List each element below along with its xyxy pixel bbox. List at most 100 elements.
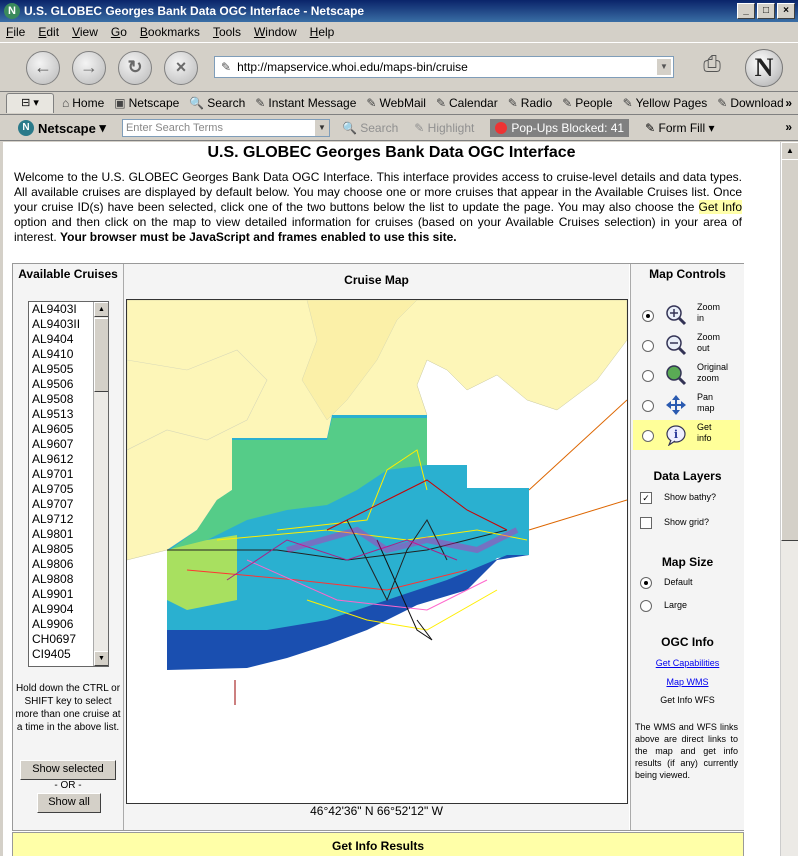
- maximize-button[interactable]: □: [757, 3, 775, 19]
- url-dropdown-icon[interactable]: ▼: [657, 59, 671, 75]
- info-icon[interactable]: i: [665, 424, 687, 447]
- highlight-button[interactable]: ✎ Highlight: [414, 121, 474, 135]
- netscape-app-icon: N: [4, 3, 20, 19]
- navigation-toolbar: ← → ↻ × ✎ http://mapservice.whoi.edu/map…: [0, 42, 798, 92]
- menu-bookmarks[interactable]: Bookmarks: [140, 25, 200, 39]
- netscape-brand[interactable]: N Netscape ▾: [18, 120, 106, 136]
- menu-help[interactable]: Help: [310, 25, 335, 39]
- print-icon[interactable]: ⎙: [696, 51, 728, 81]
- page-title: U.S. GLOBEC Georges Bank Data OGC Interf…: [207, 144, 576, 161]
- window-title: U.S. GLOBEC Georges Bank Data OGC Interf…: [24, 4, 365, 18]
- cruise-list-scrollbar[interactable]: ▲ ▼: [93, 302, 108, 666]
- bookmark-instant-message[interactable]: ✎ Instant Message: [255, 96, 356, 110]
- zoom-in-icon[interactable]: [665, 304, 687, 326]
- map-size-default-label: Default: [664, 577, 693, 587]
- bookmark-download[interactable]: ✎ Download: [717, 96, 783, 110]
- pan-icon[interactable]: [665, 394, 687, 416]
- show-grid-checkbox[interactable]: [640, 517, 652, 529]
- map-controls-panel: Map Controls Zoom in Zoom out Original zoom Pa…: [630, 264, 744, 830]
- map-control-label: Get info: [697, 422, 712, 443]
- map-size-default-radio[interactable]: [640, 577, 652, 589]
- show-selected-button[interactable]: Show selected: [20, 760, 116, 780]
- bookmark-icon: ⌂: [62, 96, 70, 110]
- menu-file[interactable]: File: [6, 25, 25, 39]
- map-canvas[interactable]: [127, 300, 627, 803]
- menu-tools[interactable]: Tools: [213, 25, 241, 39]
- show-grid-label: Show grid?: [664, 517, 710, 527]
- cruise-panel: Available Cruises AL9403I AL9403II AL9404 A…: [13, 264, 124, 830]
- scroll-up-icon[interactable]: ▲: [94, 302, 108, 317]
- menu-go[interactable]: Go: [111, 25, 127, 39]
- tab-toggle-button[interactable]: ⊟ ▾: [6, 93, 54, 113]
- page-scroll-up-icon[interactable]: ▲: [781, 142, 798, 160]
- bookmark-icon: ✎: [562, 96, 573, 110]
- show-all-button[interactable]: Show all: [37, 793, 101, 813]
- map-control-pan-map[interactable]: Pan map: [633, 390, 740, 420]
- netscape-logo[interactable]: N: [745, 49, 783, 87]
- map-control-original-zoom[interactable]: Original zoom: [633, 360, 740, 390]
- more-chevron-icon[interactable]: »: [785, 96, 792, 110]
- map-control-label: Original zoom: [697, 362, 729, 383]
- cruise-map[interactable]: [126, 299, 628, 804]
- data-layers-title: Data Layers: [653, 469, 722, 483]
- bookmark-yellow-pages[interactable]: ✎ Yellow Pages: [623, 96, 708, 110]
- bookmark-home[interactable]: ⌂ Home: [62, 96, 104, 110]
- page-scrollbar[interactable]: ▲: [780, 142, 798, 856]
- map-control-radio[interactable]: [642, 400, 654, 412]
- get-capabilities-link[interactable]: Get Capabilities: [631, 658, 744, 668]
- map-control-zoom-out[interactable]: Zoom out: [633, 330, 740, 360]
- map-control-label: Zoom in: [697, 302, 721, 323]
- form-fill-button[interactable]: ✎ Form Fill ▾: [645, 121, 714, 135]
- page-content: U.S. GLOBEC Georges Bank Data OGC Interf…: [3, 142, 780, 856]
- search-button[interactable]: 🔍 Search: [342, 121, 398, 135]
- bookmark-people[interactable]: ✎ People: [562, 96, 612, 110]
- bookmark-calendar[interactable]: ✎ Calendar: [436, 96, 498, 110]
- map-control-radio[interactable]: [642, 430, 654, 442]
- map-control-radio[interactable]: [642, 370, 654, 382]
- cruise-list-scroll-thumb[interactable]: [94, 318, 108, 392]
- page-icon: ✎: [221, 60, 232, 74]
- search-dropdown-icon[interactable]: ▼: [314, 120, 329, 136]
- zoom-out-icon[interactable]: [665, 334, 687, 356]
- scroll-down-icon[interactable]: ▼: [94, 651, 108, 666]
- forward-button[interactable]: →: [72, 51, 106, 85]
- or-separator: - OR -: [54, 780, 82, 791]
- map-control-radio[interactable]: [642, 340, 654, 352]
- map-control-get-info[interactable]: i Get info: [633, 420, 740, 450]
- close-button[interactable]: ×: [777, 3, 795, 19]
- stop-button[interactable]: ×: [164, 51, 198, 85]
- bookmark-icon: ▣: [114, 96, 126, 110]
- reload-button[interactable]: ↻: [118, 51, 152, 85]
- minimize-button[interactable]: _: [737, 3, 755, 19]
- show-bathy-checkbox[interactable]: ✓: [640, 492, 652, 504]
- bookmark-webmail[interactable]: ✎ WebMail: [366, 96, 426, 110]
- cruise-listbox[interactable]: AL9403I AL9403II AL9404 AL9410 AL9505 AL9506 A…: [28, 301, 109, 667]
- menu-edit[interactable]: Edit: [38, 25, 59, 39]
- map-control-zoom-in[interactable]: Zoom in: [633, 300, 740, 330]
- svg-text:i: i: [674, 428, 678, 441]
- map-control-label: Zoom out: [697, 332, 721, 353]
- search-more-chevron-icon[interactable]: »: [785, 120, 792, 134]
- menu-view[interactable]: View: [72, 25, 98, 39]
- original-zoom-icon[interactable]: [665, 364, 687, 386]
- bookmark-netscape[interactable]: ▣ Netscape: [114, 96, 179, 110]
- search-toolbar: N Netscape ▾ Enter Search Terms ▼ 🔍 Search…: [0, 116, 798, 141]
- map-control-label: Pan map: [697, 392, 715, 413]
- map-size-large-radio[interactable]: [640, 600, 652, 612]
- popups-blocked-badge[interactable]: Pop-Ups Blocked: 41: [490, 119, 630, 137]
- cruise-map-title: Cruise Map: [344, 273, 409, 287]
- url-bar[interactable]: ✎ http://mapservice.whoi.edu/maps-bin/cr…: [214, 56, 674, 78]
- bookmark-icon: ✎: [255, 96, 266, 110]
- bookmark-search[interactable]: 🔍 Search: [189, 96, 245, 110]
- page-scroll-thumb[interactable]: [781, 159, 798, 541]
- blocked-icon: [495, 122, 508, 134]
- menu-bar: File Edit View Go Bookmarks Tools Window Help: [0, 22, 798, 42]
- menu-window[interactable]: Window: [254, 25, 297, 39]
- intro-text: Welcome to the U.S. GLOBEC Georges Bank …: [14, 170, 742, 244]
- bookmark-radio[interactable]: ✎ Radio: [508, 96, 552, 110]
- back-button[interactable]: ←: [26, 51, 60, 85]
- map-wms-link[interactable]: Map WMS: [631, 677, 744, 687]
- map-control-radio[interactable]: [642, 310, 654, 322]
- get-info-results-header: Get Info Results: [12, 832, 744, 856]
- search-input[interactable]: Enter Search Terms ▼: [121, 119, 330, 137]
